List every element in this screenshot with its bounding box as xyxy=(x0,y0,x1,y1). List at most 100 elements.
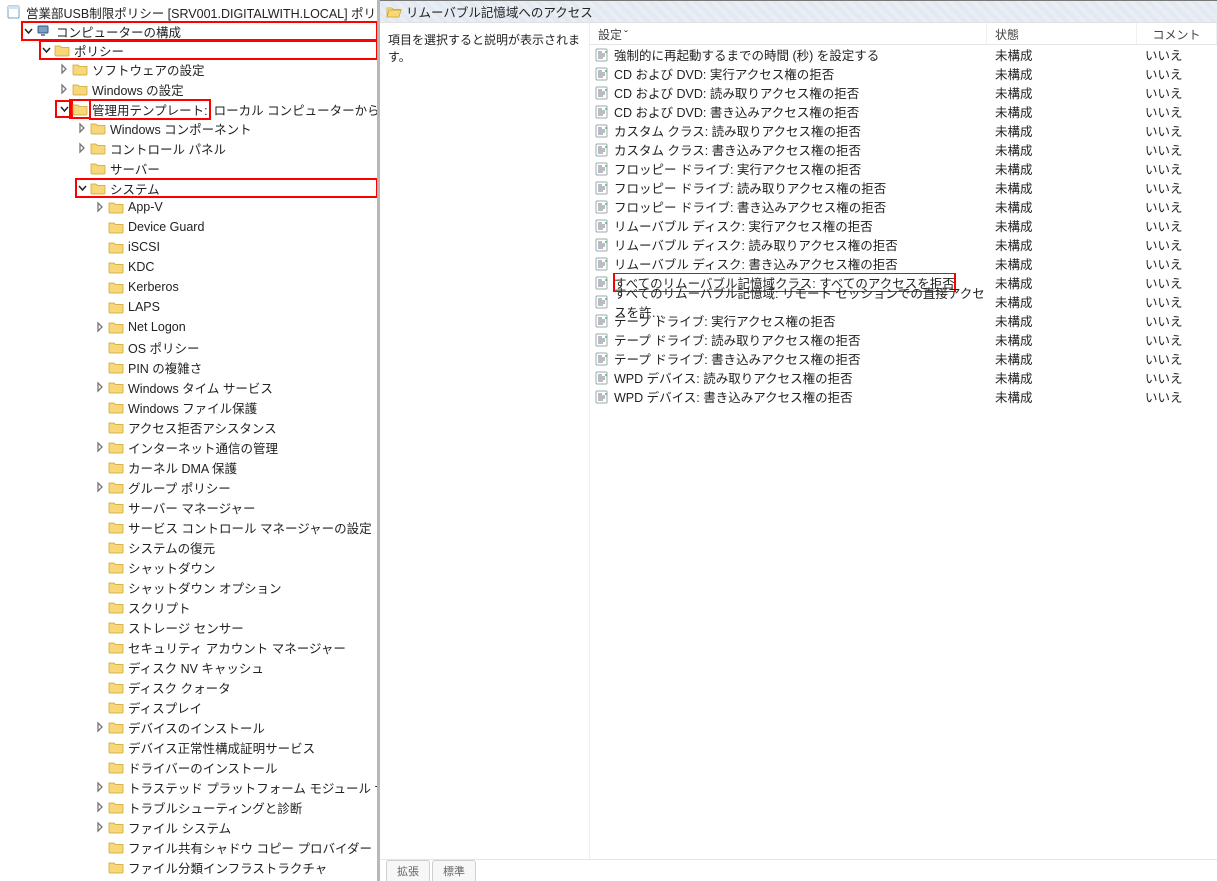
setting-row[interactable]: テープ ドライブ: 読み取りアクセス権の拒否未構成いいえ xyxy=(590,330,1217,349)
setting-row[interactable]: リムーバブル ディスク: 書き込みアクセス権の拒否未構成いいえ xyxy=(590,254,1217,273)
caret-closed-icon[interactable] xyxy=(94,481,106,493)
setting-row[interactable]: リムーバブル ディスク: 実行アクセス権の拒否未構成いいえ xyxy=(590,216,1217,235)
setting-row[interactable]: WPD デバイス: 読み取りアクセス権の拒否未構成いいえ xyxy=(590,368,1217,387)
header-state[interactable]: 状態 xyxy=(987,23,1137,44)
tree-label: ファイル分類インフラストラクチャ xyxy=(126,858,329,877)
folder-icon xyxy=(108,680,124,694)
setting-row[interactable]: テープ ドライブ: 書き込みアクセス権の拒否未構成いいえ xyxy=(590,349,1217,368)
tree-item[interactable]: OS ポリシー xyxy=(94,338,377,356)
tree-admin-templates[interactable]: 管理用テンプレート: ローカル コンピューターから取得したポリシ… xyxy=(58,100,377,118)
tree-item[interactable]: ストレージ センサー xyxy=(94,618,377,636)
caret-closed-icon[interactable] xyxy=(94,321,106,333)
caret-closed-icon[interactable] xyxy=(58,63,70,75)
caret-closed-icon[interactable] xyxy=(94,781,106,793)
tree-item[interactable]: デバイス正常性構成証明サービス xyxy=(94,738,377,756)
caret-closed-icon[interactable] xyxy=(94,201,106,213)
caret-open-icon[interactable] xyxy=(22,25,34,37)
tree-item[interactable]: ディスク クォータ xyxy=(94,678,377,696)
tree-item[interactable]: デバイスのインストール xyxy=(94,718,377,736)
tree-label: フォルダー リダイレクト xyxy=(126,878,271,881)
tree-item[interactable]: Windows タイム サービス xyxy=(94,378,377,396)
setting-row[interactable]: CD および DVD: 読み取りアクセス権の拒否未構成いいえ xyxy=(590,83,1217,102)
caret-closed-icon[interactable] xyxy=(94,381,106,393)
setting-name: フロッピー ドライブ: 書き込みアクセス権の拒否 xyxy=(614,197,886,216)
caret-open-icon[interactable] xyxy=(58,103,70,115)
caret-closed-icon[interactable] xyxy=(94,441,106,453)
tree-policies[interactable]: ポリシー xyxy=(40,41,377,59)
tree-item[interactable]: ディスク NV キャッシュ xyxy=(94,658,377,676)
setting-row[interactable]: 強制的に再起動するまでの時間 (秒) を設定する未構成いいえ xyxy=(590,45,1217,64)
tree-label: デバイスのインストール xyxy=(126,718,267,737)
setting-row[interactable]: WPD デバイス: 書き込みアクセス権の拒否未構成いいえ xyxy=(590,387,1217,406)
titlebar-text: リムーバブル記憶域へのアクセス xyxy=(406,2,593,21)
tree-item[interactable]: PIN の複雑さ xyxy=(94,358,377,376)
tree-item[interactable]: スクリプト xyxy=(94,598,377,616)
caret-closed-icon[interactable] xyxy=(94,721,106,733)
tab-extended[interactable]: 拡張 xyxy=(386,860,430,881)
settings-rows[interactable]: 強制的に再起動するまでの時間 (秒) を設定する未構成いいえCD および DVD… xyxy=(590,45,1217,859)
caret-closed-icon[interactable] xyxy=(58,83,70,95)
tree-item[interactable]: Device Guard xyxy=(94,218,377,236)
header-name[interactable]: 設定 ˇ xyxy=(590,23,987,44)
tree-control-panel[interactable]: コントロール パネル xyxy=(76,139,377,157)
tree-item[interactable]: インターネット通信の管理 xyxy=(94,438,377,456)
column-headers[interactable]: 設定 ˇ 状態 コメント xyxy=(590,23,1217,45)
tree-item[interactable]: ファイル共有シャドウ コピー プロバイダー xyxy=(94,838,377,856)
tree-item[interactable]: App-V xyxy=(94,198,377,216)
caret-open-icon[interactable] xyxy=(76,182,88,194)
tree-system[interactable]: システム xyxy=(76,179,377,197)
caret-closed-icon[interactable] xyxy=(76,142,88,154)
tree-item[interactable]: グループ ポリシー xyxy=(94,478,377,496)
caret-open-icon[interactable] xyxy=(40,44,52,56)
tree-item[interactable]: ドライバーのインストール xyxy=(94,758,377,776)
tree-windows-components[interactable]: Windows コンポーネント xyxy=(76,119,377,137)
setting-row[interactable]: リムーバブル ディスク: 読み取りアクセス権の拒否未構成いいえ xyxy=(590,235,1217,254)
tree-computer-config[interactable]: コンピューターの構成 xyxy=(22,22,377,40)
tree-item[interactable]: トラブルシューティングと診断 xyxy=(94,798,377,816)
tree-windows-settings[interactable]: Windows の設定 xyxy=(58,80,377,98)
tree-item[interactable]: サービス コントロール マネージャーの設定 xyxy=(94,518,377,536)
tree-label: サーバー マネージャー xyxy=(126,498,257,517)
header-comment[interactable]: コメント xyxy=(1137,23,1217,44)
tree-item[interactable]: LAPS xyxy=(94,298,377,316)
tree-item[interactable]: トラステッド プラットフォーム モジュール サービス xyxy=(94,778,377,796)
tree-item[interactable]: セキュリティ アカウント マネージャー xyxy=(94,638,377,656)
setting-row[interactable]: テープ ドライブ: 実行アクセス権の拒否未構成いいえ xyxy=(590,311,1217,330)
tree-item[interactable]: ディスプレイ xyxy=(94,698,377,716)
tree-item[interactable]: サーバー マネージャー xyxy=(94,498,377,516)
caret-closed-icon[interactable] xyxy=(94,821,106,833)
tree-item[interactable]: シャットダウン オプション xyxy=(94,578,377,596)
tree-software-settings[interactable]: ソフトウェアの設定 xyxy=(58,60,377,78)
setting-row[interactable]: フロッピー ドライブ: 読み取りアクセス権の拒否未構成いいえ xyxy=(590,178,1217,197)
setting-row[interactable]: フロッピー ドライブ: 実行アクセス権の拒否未構成いいえ xyxy=(590,159,1217,178)
tree-item[interactable]: アクセス拒否アシスタンス xyxy=(94,418,377,436)
tree-item[interactable]: Kerberos xyxy=(94,278,377,296)
tree-item[interactable]: カーネル DMA 保護 xyxy=(94,458,377,476)
caret-closed-icon[interactable] xyxy=(76,122,88,134)
tree-pane[interactable]: 営業部USB制限ポリシー [SRV001.DIGITALWITH.LOCAL] … xyxy=(0,0,380,881)
tree-item[interactable]: Windows ファイル保護 xyxy=(94,398,377,416)
setting-row[interactable]: CD および DVD: 書き込みアクセス権の拒否未構成いいえ xyxy=(590,102,1217,121)
tree-server[interactable]: サーバー xyxy=(76,159,377,177)
tree-label: ポリシー xyxy=(72,41,126,60)
tree-item[interactable]: KDC xyxy=(94,258,377,276)
folder-icon xyxy=(108,280,124,294)
setting-row[interactable]: すべてのリムーバブル記憶域: リモート セッションでの直接アクセスを許…未構成い… xyxy=(590,292,1217,311)
tree-item[interactable]: Net Logon xyxy=(94,318,377,336)
tree-item[interactable]: シャットダウン xyxy=(94,558,377,576)
caret-closed-icon[interactable] xyxy=(94,801,106,813)
tree-root[interactable]: 営業部USB制限ポリシー [SRV001.DIGITALWITH.LOCAL] … xyxy=(4,3,377,21)
tab-standard[interactable]: 標準 xyxy=(432,860,476,881)
setting-row[interactable]: カスタム クラス: 読み取りアクセス権の拒否未構成いいえ xyxy=(590,121,1217,140)
tree-item[interactable]: ファイル分類インフラストラクチャ xyxy=(94,858,377,876)
tree-item[interactable]: iSCSI xyxy=(94,238,377,256)
policy-tree[interactable]: 営業部USB制限ポリシー [SRV001.DIGITALWITH.LOCAL] … xyxy=(0,2,377,881)
setting-icon xyxy=(594,314,610,328)
view-tabs[interactable]: 拡張 標準 xyxy=(380,859,1217,881)
setting-comment: いいえ xyxy=(1137,83,1217,102)
tree-item[interactable]: ファイル システム xyxy=(94,818,377,836)
setting-row[interactable]: フロッピー ドライブ: 書き込みアクセス権の拒否未構成いいえ xyxy=(590,197,1217,216)
setting-row[interactable]: カスタム クラス: 書き込みアクセス権の拒否未構成いいえ xyxy=(590,140,1217,159)
tree-item[interactable]: システムの復元 xyxy=(94,538,377,556)
setting-row[interactable]: CD および DVD: 実行アクセス権の拒否未構成いいえ xyxy=(590,64,1217,83)
